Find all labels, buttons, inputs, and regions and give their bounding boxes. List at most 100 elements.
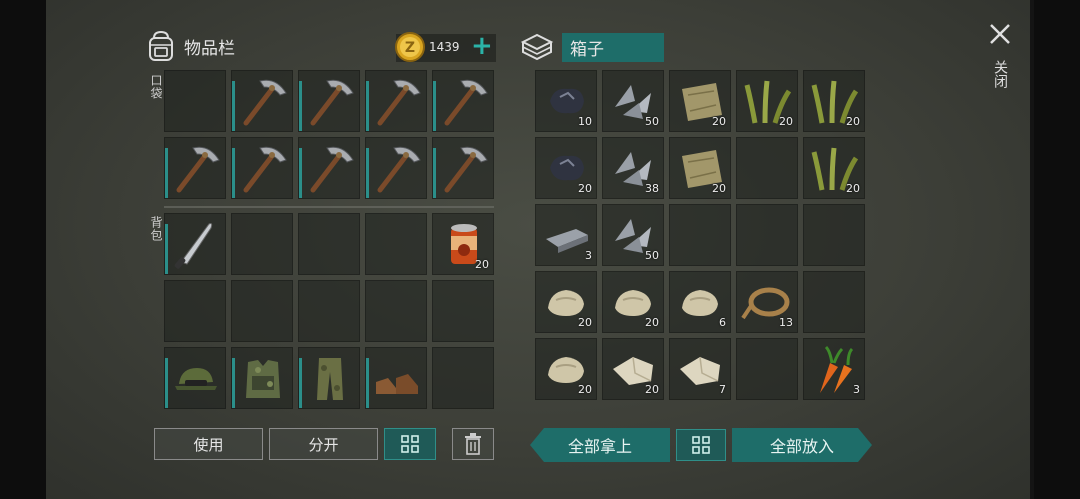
inventory-header: 物品栏 — [146, 30, 235, 62]
chest-slot[interactable]: 20 — [535, 271, 597, 333]
backpack-slot[interactable] — [298, 213, 360, 275]
item-quantity: 20 — [712, 115, 726, 128]
game-screen: 物品栏 Z 1439 + 口袋 背包 20 使用 分开 箱子 10 50 20 … — [46, 0, 1030, 499]
backpack-slot[interactable] — [365, 347, 427, 409]
backpack-slot[interactable] — [298, 347, 360, 409]
trash-button[interactable] — [452, 428, 494, 460]
backpack-slot[interactable] — [231, 213, 293, 275]
backpack-slot[interactable] — [231, 280, 293, 342]
item-quantity: 20 — [645, 316, 659, 329]
inventory-title: 物品栏 — [184, 38, 235, 59]
pocket-label: 口袋 — [149, 74, 163, 100]
chest-slot[interactable]: 10 — [535, 70, 597, 132]
backpack-slot[interactable]: 20 — [432, 213, 494, 275]
sort-chest-button[interactable] — [676, 429, 726, 461]
pickaxe-icon — [243, 146, 287, 193]
chest-slot[interactable]: 50 — [602, 70, 664, 132]
pocket-slot[interactable] — [432, 70, 494, 132]
boots-icon — [376, 374, 418, 394]
chest-slot[interactable] — [803, 271, 865, 333]
chest-slot[interactable]: 20 — [602, 271, 664, 333]
item-quantity: 10 — [578, 115, 592, 128]
item-quantity: 3 — [853, 383, 860, 396]
chest-slot[interactable]: 20 — [669, 70, 731, 132]
backpack-slot[interactable] — [432, 280, 494, 342]
item-quantity: 20 — [578, 182, 592, 195]
pocket-slot[interactable] — [432, 137, 494, 199]
backpack-slot[interactable] — [164, 280, 226, 342]
divider — [164, 206, 494, 208]
chest-slot[interactable]: 20 — [669, 137, 731, 199]
chest-slot[interactable]: 7 — [669, 338, 731, 400]
put-all-button[interactable]: 全部放入 — [732, 428, 872, 462]
backpack-slot[interactable] — [365, 213, 427, 275]
chest-slot[interactable]: 6 — [669, 271, 731, 333]
item-quantity: 20 — [846, 115, 860, 128]
grid-icon — [401, 435, 419, 453]
backpack-slot[interactable] — [164, 213, 226, 275]
currency-bar: Z 1439 + — [395, 32, 496, 62]
chest-slot[interactable] — [803, 204, 865, 266]
chest-slot[interactable]: 38 — [602, 137, 664, 199]
chest-slot[interactable]: 20 — [736, 70, 798, 132]
pocket-slot[interactable] — [298, 137, 360, 199]
item-quantity: 6 — [719, 316, 726, 329]
pickaxe-icon — [176, 146, 220, 193]
chest-slot[interactable] — [669, 204, 731, 266]
close-button[interactable]: 关闭 — [988, 22, 1012, 102]
item-quantity: 50 — [645, 249, 659, 262]
pocket-slot[interactable] — [365, 137, 427, 199]
chest-slot[interactable]: 50 — [602, 204, 664, 266]
pickaxe-icon — [310, 79, 354, 126]
close-icon — [990, 24, 1010, 44]
chest-title: 箱子 — [562, 32, 664, 62]
pocket-slot[interactable] — [365, 70, 427, 132]
item-quantity: 13 — [779, 316, 793, 329]
backpack-slot[interactable] — [231, 347, 293, 409]
pocket-slot[interactable] — [298, 70, 360, 132]
pickaxe-icon — [310, 146, 354, 193]
add-currency-button[interactable]: + — [471, 32, 493, 60]
chest-slot[interactable]: 3 — [535, 204, 597, 266]
pickaxe-icon — [444, 146, 488, 193]
item-quantity: 50 — [645, 115, 659, 128]
chest-slot[interactable]: 3 — [803, 338, 865, 400]
backpack-slot[interactable] — [298, 280, 360, 342]
chest-slot[interactable] — [736, 204, 798, 266]
camo-cap-icon — [175, 368, 217, 390]
camo-vest-icon — [246, 360, 280, 398]
svg-text:Z: Z — [405, 40, 415, 56]
split-button[interactable]: 分开 — [269, 428, 378, 460]
backpack-slot[interactable] — [365, 280, 427, 342]
chest-slot[interactable]: 13 — [736, 271, 798, 333]
chest-slot[interactable]: 20 — [803, 70, 865, 132]
pocket-slot[interactable] — [164, 70, 226, 132]
camo-pants-icon — [317, 358, 343, 400]
close-label: 关闭 — [992, 60, 1008, 88]
chest-slot[interactable]: 20 — [803, 137, 865, 199]
chest-slot[interactable] — [736, 137, 798, 199]
pocket-slot[interactable] — [231, 137, 293, 199]
take-all-button[interactable]: 全部拿上 — [530, 428, 670, 462]
machete-icon — [174, 223, 213, 269]
chest-slot[interactable]: 20 — [602, 338, 664, 400]
pickaxe-icon — [444, 79, 488, 126]
chest-header: 箱子 — [520, 32, 664, 62]
item-quantity: 20 — [578, 316, 592, 329]
item-quantity: 20 — [645, 383, 659, 396]
chest-slot[interactable]: 20 — [535, 338, 597, 400]
chest-slot[interactable]: 20 — [535, 137, 597, 199]
chest-slot[interactable] — [736, 338, 798, 400]
backpack-slot[interactable] — [164, 347, 226, 409]
pocket-slot[interactable] — [164, 137, 226, 199]
item-quantity: 20 — [779, 115, 793, 128]
use-button[interactable]: 使用 — [154, 428, 263, 460]
grid-icon — [692, 436, 710, 454]
pocket-slot[interactable] — [231, 70, 293, 132]
backpack-icon — [149, 30, 173, 61]
sort-inventory-button[interactable] — [384, 428, 436, 460]
item-quantity: 20 — [578, 383, 592, 396]
item-quantity: 20 — [475, 258, 489, 271]
backpack-slot[interactable] — [432, 347, 494, 409]
item-quantity: 3 — [585, 249, 592, 262]
